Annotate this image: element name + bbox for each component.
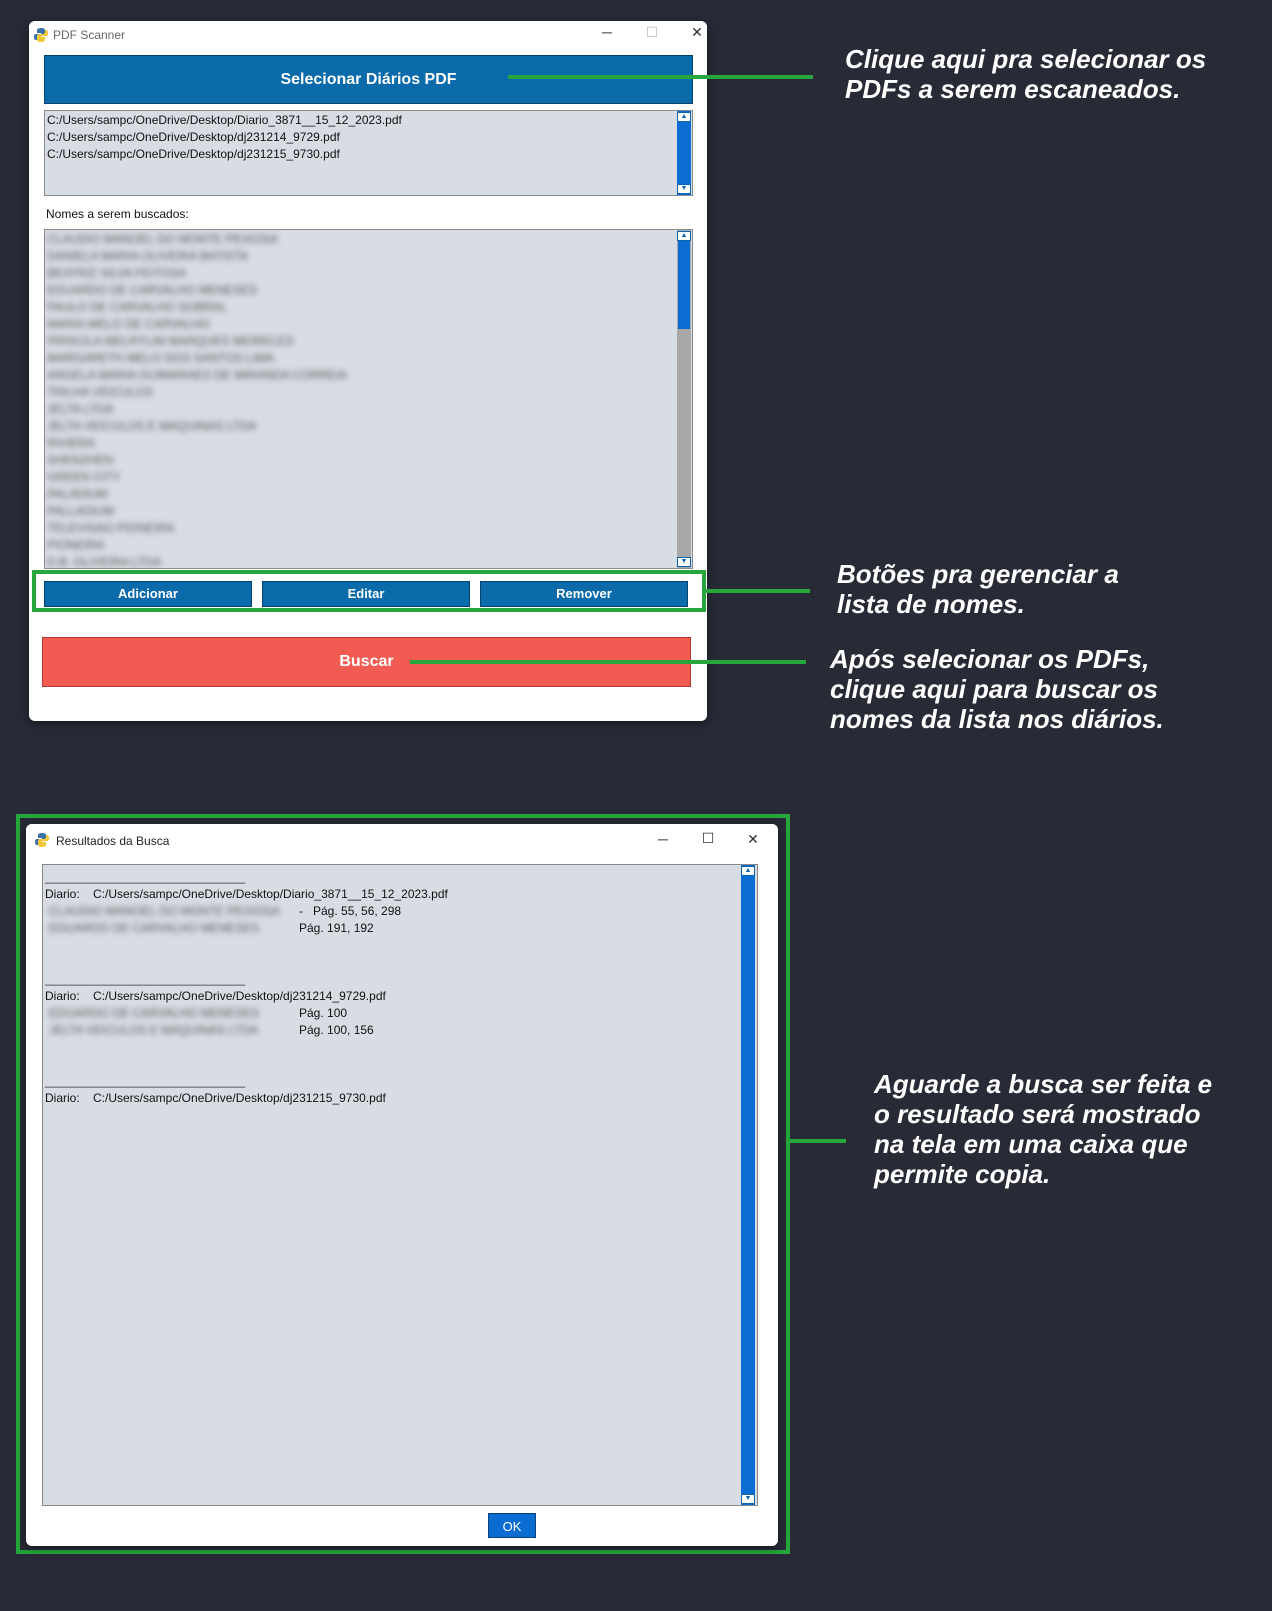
name-list-item[interactable]: TELEVISAO PIONEIRA xyxy=(45,520,676,537)
name-list-item[interactable]: CLAUDIO MANOEL DO MONTE PEIXOSA xyxy=(45,231,676,248)
diario-path: C:/Users/sampc/OneDrive/Desktop/dj231215… xyxy=(93,1091,386,1105)
hit-pages: Pág. 100 xyxy=(299,1006,348,1020)
python-icon xyxy=(35,833,49,847)
scroll-up-icon[interactable]: ▲ xyxy=(741,866,755,876)
name-list-item[interactable]: TRILHA VEICULOS xyxy=(45,384,676,401)
diario-row[interactable]: Diario: C:/Users/sampc/OneDrive/Desktop/d… xyxy=(43,1090,737,1107)
name-list-item[interactable]: PRISCILA MELRYLIM MARQUES MEIRELES xyxy=(45,333,676,350)
connector-result xyxy=(788,1139,846,1143)
files-scrollbar[interactable]: ▲ ▼ xyxy=(677,111,691,195)
select-pdfs-button[interactable]: Selecionar Diários PDF xyxy=(44,55,693,104)
name-list-item[interactable]: EDUARDO DE CARVALHO MENESES xyxy=(45,282,676,299)
hit-name: EDUARDO DE CARVALHO MENESES xyxy=(49,921,260,935)
results-text-area[interactable]: ______________________________ Diario: C:/… xyxy=(42,864,758,1506)
hit-row: CLAUDIO MANOEL DO MONTE PEIXOSA - Pág. 55… xyxy=(43,903,737,920)
pdf-scanner-window: PDF Scanner ─ ☐ ✕ Selecionar Diários PDF… xyxy=(29,21,707,721)
scroll-down-icon[interactable]: ▼ xyxy=(741,1494,755,1504)
close-icon[interactable]: ✕ xyxy=(738,831,768,848)
name-list-item[interactable]: SHENZHEN xyxy=(45,452,676,469)
name-list-item[interactable]: PALADIUM xyxy=(45,486,676,503)
minimize-icon[interactable]: ─ xyxy=(592,24,622,40)
diario-row[interactable]: Diario: C:/Users/sampc/OneDrive/Desktop/D… xyxy=(43,886,737,903)
hit-row: JELTA VEICULOS E MAQUINAS LTDA Pág. 100, … xyxy=(43,1022,737,1039)
python-icon xyxy=(34,28,48,42)
separator-line: ______________________________ xyxy=(45,972,246,986)
file-list-item[interactable]: C:/Users/sampc/OneDrive/Desktop/Diario_3… xyxy=(45,112,676,129)
name-list-item[interactable]: MARIA MELO DE CARVALHO xyxy=(45,316,676,333)
scroll-up-icon[interactable]: ▲ xyxy=(677,112,691,122)
hit-pages: - Pág. 55, 56, 298 xyxy=(299,904,402,918)
scroll-thumb[interactable] xyxy=(678,241,690,329)
title-bar: Resultados da Busca ─ ☐ ✕ xyxy=(26,824,778,856)
selected-files-list[interactable]: C:/Users/sampc/OneDrive/Desktop/Diario_3… xyxy=(44,110,693,196)
name-list-item[interactable]: ANGELA MARIA GUIMARAES DE MIRANDA CORREI… xyxy=(45,367,676,384)
diario-label: Diario: xyxy=(45,989,80,1003)
hit-name: JELTA VEICULOS E MAQUINAS LTDA xyxy=(49,1023,259,1037)
title-bar: PDF Scanner ─ ☐ ✕ xyxy=(29,21,707,49)
separator-line: ______________________________ xyxy=(45,1074,246,1088)
hit-row: EDUARDO DE CARVALHO MENESES Pág. 191, 192 xyxy=(43,920,737,937)
annotation-result: Aguarde a busca ser feita e o resultado … xyxy=(874,1069,1213,1189)
connector-select xyxy=(508,75,813,79)
name-list-item[interactable]: MARGARETH MELO DOS SANTOS LIMA xyxy=(45,350,676,367)
hit-name: EDUARDO DE CARVALHO MENESES xyxy=(49,1006,260,1020)
name-list-item[interactable]: GREEN CITY xyxy=(45,469,676,486)
name-list-item[interactable]: JELTA LTDA xyxy=(45,401,676,418)
name-list-item[interactable]: RIVIERA xyxy=(45,435,676,452)
annotation-search: Após selecionar os PDFs, clique aqui par… xyxy=(830,644,1164,734)
scroll-down-icon[interactable]: ▼ xyxy=(677,557,691,567)
name-list-item[interactable]: PALLADIUM xyxy=(45,503,676,520)
results-scrollbar[interactable]: ▲ ▼ xyxy=(741,865,755,1505)
file-list-item[interactable]: C:/Users/sampc/OneDrive/Desktop/dj231215… xyxy=(45,146,676,163)
scroll-up-icon[interactable]: ▲ xyxy=(677,231,691,241)
diario-row[interactable]: Diario: C:/Users/sampc/OneDrive/Desktop/d… xyxy=(43,988,737,1005)
hit-name: CLAUDIO MANOEL DO MONTE PEIXOSA xyxy=(49,904,280,918)
file-list-item[interactable]: C:/Users/sampc/OneDrive/Desktop/dj231214… xyxy=(45,129,676,146)
diario-label: Diario: xyxy=(45,1091,80,1105)
connector-manage xyxy=(706,589,810,593)
names-scrollbar[interactable]: ▲ ▼ xyxy=(677,230,691,568)
annotation-manage: Botões pra gerenciar a lista de nomes. xyxy=(837,559,1119,619)
names-label: Nomes a serem buscados: xyxy=(46,207,189,221)
names-list[interactable]: CLAUDIO MANOEL DO MONTE PEIXOSA DANIELA M… xyxy=(44,229,693,569)
window-title: Resultados da Busca xyxy=(56,834,170,848)
name-list-item[interactable]: BEATRIZ SILVA FEITOSA xyxy=(45,265,676,282)
window-title: PDF Scanner xyxy=(53,28,126,42)
results-window: Resultados da Busca ─ ☐ ✕ ______________… xyxy=(26,824,778,1546)
separator-line: ______________________________ xyxy=(45,870,246,884)
name-list-item[interactable]: D.B. OLIVEIRA LTDA xyxy=(45,554,676,568)
annotation-select: Clique aqui pra selecionar os PDFs a ser… xyxy=(845,44,1207,104)
maximize-icon[interactable]: ☐ xyxy=(637,24,667,41)
connector-search xyxy=(410,660,806,664)
diario-path: C:/Users/sampc/OneDrive/Desktop/dj231214… xyxy=(93,989,386,1003)
hit-pages: Pág. 191, 192 xyxy=(299,921,374,935)
minimize-icon[interactable]: ─ xyxy=(648,831,678,847)
diario-path: C:/Users/sampc/OneDrive/Desktop/Diario_3… xyxy=(93,887,448,901)
ok-button[interactable]: OK xyxy=(488,1513,536,1538)
name-list-item[interactable]: JELTA VEICULOS E MAQUINAS LTDA xyxy=(45,418,676,435)
diario-label: Diario: xyxy=(45,887,80,901)
close-icon[interactable]: ✕ xyxy=(682,24,707,41)
hit-row: EDUARDO DE CARVALHO MENESES Pág. 100 xyxy=(43,1005,737,1022)
hit-pages: Pág. 100, 156 xyxy=(299,1023,374,1037)
name-list-item[interactable]: DANIELA MARIA OLIVEIRA BATISTA xyxy=(45,248,676,265)
scroll-down-icon[interactable]: ▼ xyxy=(677,184,691,194)
name-list-item[interactable]: PIONEIRA xyxy=(45,537,676,554)
maximize-icon[interactable]: ☐ xyxy=(693,830,723,847)
name-list-item[interactable]: PAULO DE CARVALHO SOBRAL xyxy=(45,299,676,316)
manage-buttons-highlight xyxy=(32,570,706,612)
